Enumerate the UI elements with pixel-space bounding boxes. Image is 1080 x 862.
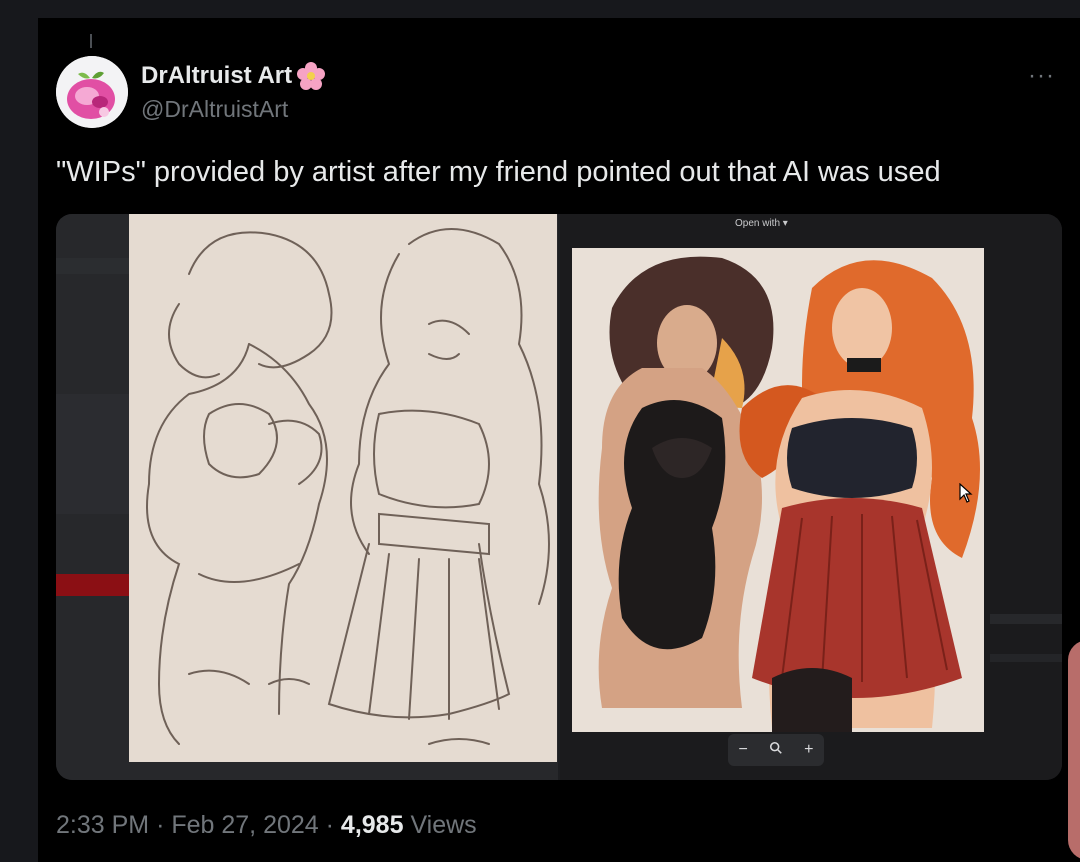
media-right-panel: Open with ▾ − + bbox=[560, 214, 1062, 780]
flower-icon bbox=[296, 61, 326, 91]
media-left-panel bbox=[56, 214, 558, 780]
avatar[interactable] bbox=[56, 56, 128, 128]
painting-image bbox=[572, 248, 984, 732]
thread-line bbox=[90, 34, 92, 48]
display-name[interactable]: DrAltruist Art bbox=[141, 61, 326, 91]
zoom-controls: − + bbox=[728, 734, 824, 766]
separator: · bbox=[156, 811, 165, 839]
tweet-card: DrAltruist Art @DrAltruistArt ··· "WIPs"… bbox=[38, 18, 1080, 862]
background-ui-blur bbox=[56, 258, 129, 274]
separator: · bbox=[325, 811, 334, 839]
views-count: 4,985 bbox=[340, 811, 404, 839]
magnifier-icon[interactable] bbox=[769, 741, 783, 760]
open-with-menu[interactable]: Open with ▾ bbox=[735, 218, 788, 229]
tweet-media[interactable]: Open with ▾ − + bbox=[56, 214, 1062, 780]
tweet-metadata: 2:33 PM · Feb 27, 2024 · 4,985 Views bbox=[56, 811, 477, 840]
tweet-text: "WIPs" provided by artist after my frien… bbox=[56, 156, 941, 188]
sketch-image bbox=[129, 214, 557, 762]
background-ui-blur bbox=[56, 394, 129, 514]
tweet-date[interactable]: Feb 27, 2024 bbox=[171, 811, 318, 839]
zoom-out-button[interactable]: − bbox=[739, 741, 748, 759]
views-label: Views bbox=[410, 811, 477, 839]
background-ui-blur bbox=[990, 614, 1062, 624]
background-red-strip bbox=[56, 574, 129, 596]
more-options-icon[interactable]: ··· bbox=[1028, 62, 1055, 90]
edge-overlay bbox=[1068, 640, 1080, 860]
tweet-time[interactable]: 2:33 PM bbox=[56, 811, 149, 839]
display-name-text: DrAltruist Art bbox=[141, 62, 293, 89]
zoom-in-button[interactable]: + bbox=[804, 741, 813, 759]
avatar-image bbox=[56, 56, 128, 128]
mouse-cursor-icon bbox=[959, 483, 973, 503]
user-handle[interactable]: @DrAltruistArt bbox=[141, 96, 288, 123]
background-ui-blur bbox=[990, 654, 1062, 662]
